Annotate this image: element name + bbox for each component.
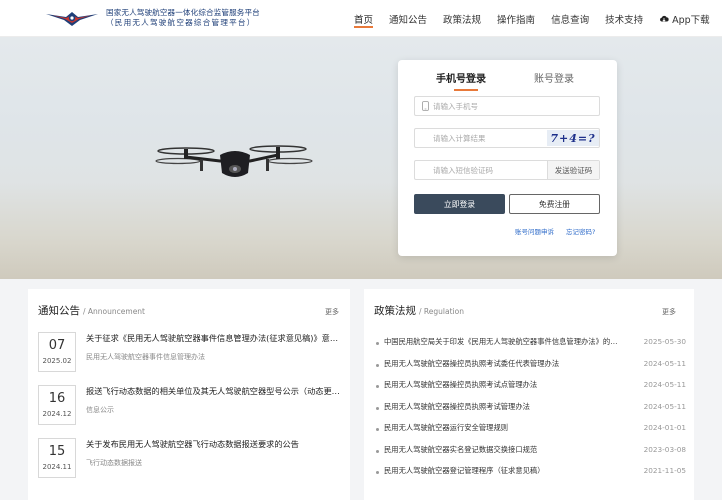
regulation-title[interactable]: 民用无人驾驶航空器实名登记数据交换接口规范 bbox=[384, 445, 624, 455]
login-card: 手机号登录 账号登录 7+4=? 发送验证码 立即登录 免费注册 账号问题申诉 … bbox=[398, 60, 617, 256]
nav-guide[interactable]: 操作指南 bbox=[489, 0, 543, 37]
regulation-title[interactable]: 民用无人驾驶航空器操控员执照考试点管理办法 bbox=[384, 380, 624, 390]
captcha-input[interactable] bbox=[433, 129, 543, 147]
notices-title: 通知公告 / Announcement bbox=[38, 303, 145, 318]
notice-title[interactable]: 关于征求《民用无人驾驶航空器事件信息管理办法(征求意见稿)》意见的通知 bbox=[86, 332, 344, 344]
regulation-item[interactable]: 民用无人驾驶航空器运行安全管理规则 2024-01-01 bbox=[372, 423, 686, 437]
send-code-button[interactable]: 发送验证码 bbox=[547, 161, 599, 179]
notice-title[interactable]: 报送飞行动态数据的相关单位及其无人驾驶航空器型号公示（动态更新） bbox=[86, 385, 344, 397]
regulation-title[interactable]: 中国民用航空局关于印发《民用无人驾驶航空器事件信息管理办法》的通知 bbox=[384, 337, 624, 347]
login-tabs: 手机号登录 账号登录 bbox=[398, 70, 617, 92]
nav-app-download[interactable]: App下载 bbox=[651, 0, 718, 37]
notice-item[interactable]: 07 2025.02 关于征求《民用无人驾驶航空器事件信息管理办法(征求意见稿)… bbox=[38, 332, 344, 372]
bullet-icon bbox=[376, 385, 379, 388]
regulations-panel: 政策法规 / Regulation 更多 中国民用航空局关于印发《民用无人驾驶航空… bbox=[364, 289, 694, 500]
regulation-item[interactable]: 民用无人驾驶航空器操控员执照考试委任代表管理办法 2024-05-11 bbox=[372, 359, 686, 373]
nav-notices[interactable]: 通知公告 bbox=[381, 0, 435, 37]
content-area: 通知公告 / Announcement 更多 07 2025.02 关于征求《民用… bbox=[0, 279, 722, 500]
notice-day: 07 bbox=[48, 338, 66, 353]
forgot-password-link[interactable]: 忘记密码? bbox=[566, 226, 595, 236]
nav-support[interactable]: 技术支持 bbox=[597, 0, 651, 37]
bullet-icon bbox=[376, 342, 379, 345]
regulation-date: 2021-11-05 bbox=[643, 466, 686, 475]
captcha-field: 7+4=? bbox=[414, 128, 600, 148]
notice-date: 15 2024.11 bbox=[38, 438, 76, 478]
regulation-date: 2024-01-01 bbox=[643, 423, 686, 432]
captcha-image[interactable]: 7+4=? bbox=[547, 130, 599, 146]
notice-item[interactable]: 16 2024.12 报送飞行动态数据的相关单位及其无人驾驶航空器型号公示（动态… bbox=[38, 385, 344, 425]
bullet-icon bbox=[376, 407, 379, 410]
cloud-download-icon bbox=[660, 15, 669, 22]
regulation-date: 2024-05-11 bbox=[643, 359, 686, 368]
main-nav: 首页 通知公告 政策法规 操作指南 信息查询 技术支持 App下载 bbox=[346, 0, 718, 37]
drone-image bbox=[155, 145, 313, 177]
account-appeal-link[interactable]: 账号问题申诉 bbox=[515, 226, 554, 236]
hero-banner: 手机号登录 账号登录 7+4=? 发送验证码 立即登录 免费注册 账号问题申诉 … bbox=[0, 37, 722, 279]
brand-title: 国家无人驾驶航空器一体化综合监管服务平台 （民用无人驾驶航空器综合管理平台） bbox=[106, 8, 260, 28]
notice-day: 15 bbox=[48, 444, 66, 459]
notice-category: 信息公示 bbox=[86, 406, 114, 414]
notices-more-link[interactable]: 更多 bbox=[325, 307, 339, 317]
nav-app-download-label: App下载 bbox=[672, 14, 710, 26]
regulations-title: 政策法规 / Regulation bbox=[374, 303, 464, 318]
regulation-date: 2023-03-08 bbox=[643, 445, 686, 454]
tab-phone-login[interactable]: 手机号登录 bbox=[436, 70, 486, 91]
notice-title[interactable]: 关于发布民用无人驾驶航空器飞行动态数据报送要求的公告 bbox=[86, 438, 344, 450]
bullet-icon bbox=[376, 471, 379, 474]
regulation-date: 2024-05-11 bbox=[643, 402, 686, 411]
phone-input[interactable] bbox=[433, 97, 530, 115]
notices-title-text: 通知公告 bbox=[38, 305, 80, 317]
notice-category: 飞行动态数据报送 bbox=[86, 459, 142, 467]
top-header: 国家无人驾驶航空器一体化综合监管服务平台 （民用无人驾驶航空器综合管理平台） 首… bbox=[0, 0, 722, 37]
caac-logo-icon[interactable] bbox=[44, 6, 100, 30]
nav-policies[interactable]: 政策法规 bbox=[435, 0, 489, 37]
notice-year-month: 2024.11 bbox=[42, 463, 72, 471]
sms-code-input[interactable] bbox=[433, 161, 543, 179]
regulation-title[interactable]: 民用无人驾驶航空器操控员执照考试管理办法 bbox=[384, 402, 624, 412]
regulation-title[interactable]: 民用无人驾驶航空器运行安全管理规则 bbox=[384, 423, 624, 433]
bullet-icon bbox=[376, 428, 379, 431]
nav-query[interactable]: 信息查询 bbox=[543, 0, 597, 37]
notice-year-month: 2025.02 bbox=[42, 357, 72, 365]
notice-date: 07 2025.02 bbox=[38, 332, 76, 372]
notice-item[interactable]: 15 2024.11 关于发布民用无人驾驶航空器飞行动态数据报送要求的公告 飞行… bbox=[38, 438, 344, 478]
login-button[interactable]: 立即登录 bbox=[414, 194, 505, 214]
notices-subtitle: / Announcement bbox=[83, 307, 145, 316]
notice-category: 民用无人驾驶航空器事件信息管理办法 bbox=[86, 353, 205, 361]
regulation-title[interactable]: 民用无人驾驶航空器登记管理程序（征求意见稿） bbox=[384, 466, 624, 476]
bullet-icon bbox=[376, 450, 379, 453]
notices-panel: 通知公告 / Announcement 更多 07 2025.02 关于征求《民用… bbox=[28, 289, 350, 500]
regulation-title[interactable]: 民用无人驾驶航空器操控员执照考试委任代表管理办法 bbox=[384, 359, 624, 369]
notice-date: 16 2024.12 bbox=[38, 385, 76, 425]
tab-account-login[interactable]: 账号登录 bbox=[534, 70, 574, 85]
regulation-date: 2024-05-11 bbox=[643, 380, 686, 389]
brand-line2: （民用无人驾驶航空器综合管理平台） bbox=[106, 18, 256, 27]
regulation-item[interactable]: 民用无人驾驶航空器操控员执照考试管理办法 2024-05-11 bbox=[372, 402, 686, 416]
sms-field: 发送验证码 bbox=[414, 160, 600, 180]
regulations-subtitle: / Regulation bbox=[419, 307, 464, 316]
regulation-item[interactable]: 民用无人驾驶航空器操控员执照考试点管理办法 2024-05-11 bbox=[372, 380, 686, 394]
regulation-item[interactable]: 民用无人驾驶航空器登记管理程序（征求意见稿） 2021-11-05 bbox=[372, 466, 686, 480]
regulation-item[interactable]: 中国民用航空局关于印发《民用无人驾驶航空器事件信息管理办法》的通知 2025-0… bbox=[372, 337, 686, 351]
regulation-date: 2025-05-30 bbox=[643, 337, 686, 346]
nav-home[interactable]: 首页 bbox=[346, 0, 381, 37]
bullet-icon bbox=[376, 364, 379, 367]
phone-field bbox=[414, 96, 600, 116]
register-button[interactable]: 免费注册 bbox=[509, 194, 600, 214]
regulations-title-text: 政策法规 bbox=[374, 305, 416, 317]
phone-icon bbox=[422, 101, 429, 111]
notice-day: 16 bbox=[48, 391, 66, 406]
regulations-more-link[interactable]: 更多 bbox=[662, 307, 676, 317]
notice-year-month: 2024.12 bbox=[42, 410, 72, 418]
regulation-item[interactable]: 民用无人驾驶航空器实名登记数据交换接口规范 2023-03-08 bbox=[372, 445, 686, 459]
brand-line1: 国家无人驾驶航空器一体化综合监管服务平台 bbox=[106, 8, 260, 17]
